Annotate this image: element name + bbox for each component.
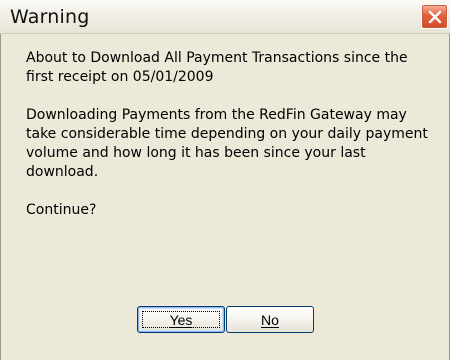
close-icon (428, 10, 442, 24)
dialog-title: Warning (10, 6, 90, 28)
title-bar[interactable]: Warning (0, 0, 450, 34)
no-button[interactable]: No (226, 306, 314, 333)
close-button[interactable] (421, 4, 448, 29)
yes-button-label: Yes (169, 312, 193, 328)
message-text-2: Downloading Payments from the RedFin Gat… (26, 107, 428, 180)
message-area: About to Download All Payment Transactio… (26, 49, 436, 220)
left-frame-border (0, 34, 1, 360)
message-text-1: About to Download All Payment Transactio… (26, 50, 408, 85)
warning-dialog: Warning About to Download All Payment Tr… (0, 0, 450, 360)
no-button-label: No (261, 312, 279, 328)
yes-button[interactable]: Yes (137, 306, 225, 333)
message-text-3: Continue? (26, 202, 97, 218)
